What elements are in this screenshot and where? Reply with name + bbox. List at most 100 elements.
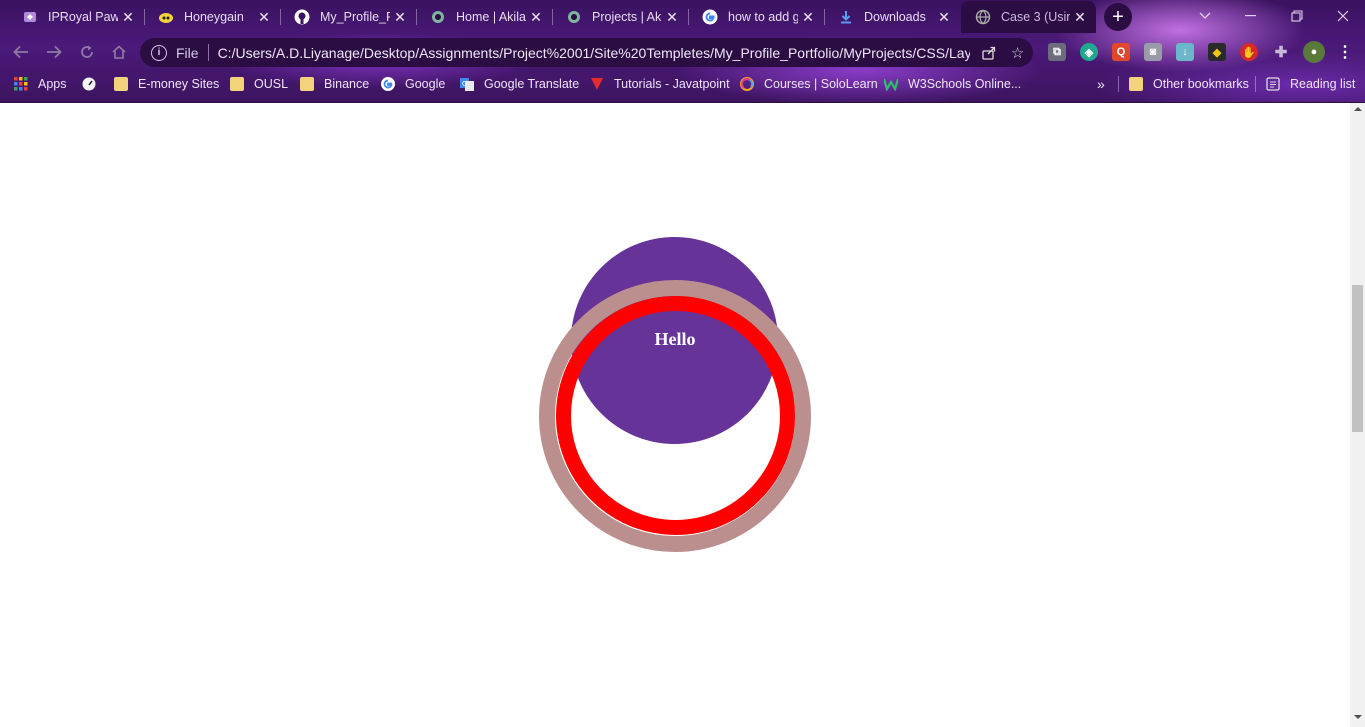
avatar[interactable]: ●: [1303, 41, 1325, 63]
folder-icon: [230, 77, 244, 91]
close-icon[interactable]: ✕: [934, 9, 954, 26]
browser-chrome: IPRoyal Pawn ✕ Honeygain ✕ My_Profile_Po…: [0, 0, 1365, 103]
bookmark-label: E-money Sites: [138, 77, 220, 91]
folder-icon: [300, 77, 314, 91]
bookmark-star-icon[interactable]: ☆: [1008, 44, 1028, 62]
bookmark-javatpoint[interactable]: Tutorials - Javatpoint: [590, 75, 730, 93]
back-arrow-icon[interactable]: [10, 41, 32, 63]
tab-title: IPRoyal Pawn: [48, 10, 118, 24]
bookmark-binance[interactable]: Binance: [300, 75, 369, 93]
tab-title: Honeygain: [184, 10, 244, 24]
extension-green-icon[interactable]: ◈: [1080, 43, 1098, 61]
extension-cube-icon[interactable]: ◆: [1208, 43, 1226, 61]
menu-kebab-icon[interactable]: ⋮: [1336, 43, 1354, 61]
bookmarks-divider: [1255, 76, 1256, 92]
bookmark-label: OUSL: [254, 77, 289, 91]
tab-search-button[interactable]: [1182, 0, 1227, 32]
bookmark-apps[interactable]: Apps: [14, 75, 67, 93]
globe-icon: [975, 9, 991, 25]
apps-grid-icon: [14, 77, 28, 91]
tab-title: how to add g: [728, 10, 798, 24]
tab-title: Downloads: [864, 10, 926, 24]
bookmark-w3schools[interactable]: W3Schools Online...: [882, 75, 1022, 93]
close-window-button[interactable]: [1320, 0, 1365, 32]
close-icon[interactable]: ✕: [1070, 9, 1090, 26]
site-info-icon[interactable]: i: [151, 44, 167, 61]
reading-list-icon: [1266, 77, 1280, 91]
bookmark-google-translate[interactable]: G Google Translate: [460, 75, 579, 93]
close-icon[interactable]: ✕: [526, 9, 546, 26]
extension-puzzle-icon[interactable]: ⧉: [1048, 43, 1066, 61]
bookmark-label: Reading list: [1290, 77, 1356, 91]
forward-arrow-icon[interactable]: [43, 41, 65, 63]
tab-home-akila[interactable]: Home | Akila ✕: [416, 1, 552, 33]
bookmark-google[interactable]: Google: [381, 75, 445, 93]
tab-downloads[interactable]: Downloads ✕: [824, 1, 960, 33]
close-icon[interactable]: ✕: [390, 9, 410, 26]
tab-title: Projects | Akil: [592, 10, 662, 24]
w3schools-icon: [882, 77, 900, 92]
reload-icon[interactable]: [76, 41, 98, 63]
scroll-down-arrow-icon[interactable]: [1350, 714, 1365, 724]
javatpoint-icon: [590, 77, 604, 91]
extensions-puzzle-icon[interactable]: ✚: [1272, 43, 1290, 61]
hello-text: Hello: [654, 329, 696, 349]
bookmark-label: Google: [405, 77, 446, 91]
extension-search-icon[interactable]: Q: [1112, 43, 1130, 61]
tab-title: Case 3 (Using: [1001, 10, 1070, 24]
vertical-scrollbar[interactable]: [1350, 103, 1365, 727]
tab-github[interactable]: My_Profile_Po ✕: [280, 1, 416, 33]
bookmark-label: Courses | SoloLearn: [764, 77, 878, 91]
bookmarks-divider: [1118, 76, 1119, 92]
restore-button[interactable]: [1274, 0, 1319, 32]
download-icon: [838, 9, 854, 25]
bookmark-speedometer[interactable]: [82, 75, 106, 93]
google-icon: [381, 77, 395, 91]
bookmark-other-bookmarks[interactable]: Other bookmarks: [1129, 75, 1249, 93]
bookmark-ousl[interactable]: OUSL: [230, 75, 288, 93]
iproyal-icon: [22, 9, 38, 25]
bookmark-label: Other bookmarks: [1153, 77, 1249, 91]
toolbar: i File C:/Users/A.D.Liyanage/Desktop/Ass…: [0, 34, 1365, 70]
url-text[interactable]: C:/Users/A.D.Liyanage/Desktop/Assignment…: [218, 45, 970, 61]
download-extension-icon[interactable]: ↓: [1176, 43, 1194, 61]
tab-case3-active[interactable]: Case 3 (Using ✕: [961, 1, 1096, 33]
page-viewport: Hello: [0, 103, 1350, 727]
tab-iproyal[interactable]: IPRoyal Pawn ✕: [8, 1, 144, 33]
address-bar[interactable]: i File C:/Users/A.D.Liyanage/Desktop/Ass…: [140, 38, 1033, 67]
tab-title: My_Profile_Po: [320, 10, 390, 24]
bookmarks-overflow-button[interactable]: »: [1097, 75, 1105, 93]
bookmark-sololearn[interactable]: Courses | SoloLearn: [740, 75, 878, 93]
bookmark-label: Binance: [324, 77, 370, 91]
github-icon: [294, 9, 310, 25]
globe-icon: [430, 9, 446, 25]
extension-hand-icon[interactable]: ✋: [1240, 43, 1258, 61]
folder-icon: [114, 77, 128, 91]
bookmarks-bar: Apps E-money Sites OUSL Binance Google G…: [0, 70, 1365, 98]
bookmark-emoney-sites[interactable]: E-money Sites: [114, 75, 219, 93]
reading-list-button[interactable]: Reading list: [1266, 75, 1355, 93]
tab-bar: IPRoyal Pawn ✕ Honeygain ✕ My_Profile_Po…: [0, 0, 1365, 34]
close-icon[interactable]: ✕: [254, 9, 274, 26]
close-icon[interactable]: ✕: [662, 9, 682, 26]
bookmark-label: W3Schools Online...: [908, 77, 1022, 91]
speedometer-icon: [82, 77, 96, 91]
tab-title: Home | Akila: [456, 10, 526, 24]
tab-projects-akila[interactable]: Projects | Akil ✕: [552, 1, 688, 33]
close-icon[interactable]: ✕: [118, 9, 138, 26]
close-icon[interactable]: ✕: [798, 9, 818, 26]
tab-google-search[interactable]: how to add g ✕: [688, 1, 824, 33]
scroll-up-arrow-icon[interactable]: [1350, 106, 1365, 116]
tab-honeygain[interactable]: Honeygain ✕: [144, 1, 280, 33]
home-icon[interactable]: [108, 41, 130, 63]
minimize-button[interactable]: [1228, 0, 1273, 32]
new-tab-button[interactable]: +: [1104, 3, 1132, 31]
svg-text:G: G: [462, 80, 467, 88]
folder-icon: [1129, 77, 1143, 91]
scrollbar-thumb[interactable]: [1352, 285, 1363, 432]
camera-icon[interactable]: ◙: [1144, 43, 1162, 61]
share-icon[interactable]: [979, 45, 999, 61]
bookmark-label: Apps: [38, 77, 67, 91]
bookmark-label: Tutorials - Javatpoint: [614, 77, 730, 91]
scheme-label: File: [176, 44, 199, 61]
